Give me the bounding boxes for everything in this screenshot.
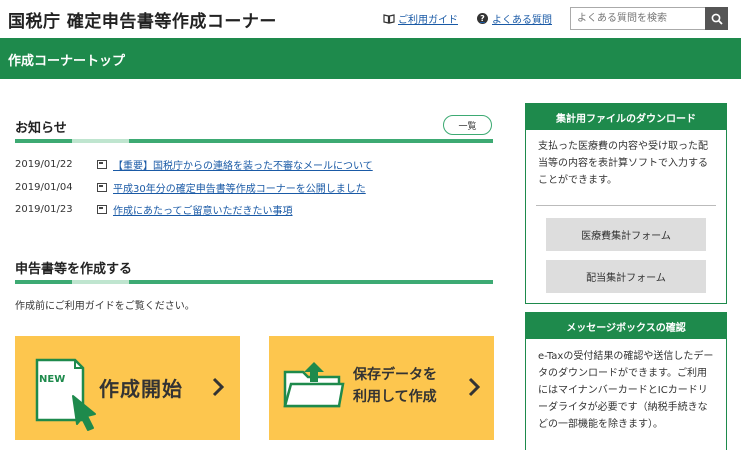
medical-expense-form-button[interactable]: 医療費集計フォーム xyxy=(546,218,706,251)
new-badge: NEW xyxy=(39,374,66,385)
news-date: 2019/01/04 xyxy=(15,182,73,193)
document-icon xyxy=(97,205,107,214)
download-panel-title: 集計用ファイルのダウンロード xyxy=(526,104,726,130)
folder-upload-icon xyxy=(283,362,345,408)
chevron-right-icon xyxy=(468,377,480,397)
news-list-button[interactable]: 一覧 xyxy=(443,115,492,135)
news-link[interactable]: 【重要】国税庁からの連絡を装った不審なメールについて xyxy=(113,157,373,172)
download-panel-text: 支払った医療費の内容や受け取った配当等の内容を表計算ソフトで入力することができま… xyxy=(538,141,708,186)
document-icon xyxy=(97,160,107,169)
news-heading: お知らせ xyxy=(15,121,67,136)
search-input[interactable] xyxy=(570,7,705,30)
news-item: 2019/01/04 平成30年分の確定申告書等作成コーナーを公開しました xyxy=(15,180,366,195)
messagebox-panel-text: e-Taxの受付結果の確認や送信したデータのダウンロードができます。ご利用にはマ… xyxy=(538,351,714,430)
header: 国税庁 確定申告書等作成コーナー ご利用ガイド ? よくある質問 xyxy=(0,0,741,38)
news-heading-rule xyxy=(15,139,493,143)
guide-link-label: ご利用ガイド xyxy=(398,15,458,26)
book-icon xyxy=(383,13,395,24)
start-new-label: 作成開始 xyxy=(99,377,183,401)
search-icon xyxy=(711,13,723,25)
use-saved-data-tile[interactable]: 保存データを 利用して作成 xyxy=(269,336,494,440)
document-icon xyxy=(97,183,107,192)
news-item: 2019/01/23 作成にあたってご留意いただきたい事項 xyxy=(15,202,293,217)
faq-link-label: よくある質問 xyxy=(492,15,552,26)
news-date: 2019/01/23 xyxy=(15,204,73,215)
messagebox-panel-title: メッセージボックスの確認 xyxy=(526,313,726,339)
chevron-right-icon xyxy=(212,377,224,397)
create-heading-rule xyxy=(15,280,493,284)
page-banner: 作成コーナートップ xyxy=(0,38,741,79)
messagebox-panel: メッセージボックスの確認 e-Taxの受付結果の確認や送信したデータのダウンロー… xyxy=(525,312,727,450)
create-note: 作成前にご利用ガイドをご覧ください。 xyxy=(15,301,195,312)
news-item: 2019/01/22 【重要】国税庁からの連絡を装った不審なメールについて xyxy=(15,157,373,172)
page-title: 作成コーナートップ xyxy=(8,54,126,69)
news-link[interactable]: 作成にあたってご留意いただきたい事項 xyxy=(113,202,293,217)
dividend-form-button[interactable]: 配当集計フォーム xyxy=(546,260,706,293)
start-new-tile[interactable]: NEW 作成開始 xyxy=(15,336,240,440)
create-heading: 申告書等を作成する xyxy=(15,262,133,277)
question-icon: ? xyxy=(477,13,488,24)
use-saved-data-label-line1: 保存データを xyxy=(353,367,437,383)
use-saved-data-label-line2: 利用して作成 xyxy=(353,389,437,405)
use-saved-data-label: 保存データを 利用して作成 xyxy=(353,364,437,408)
news-date: 2019/01/22 xyxy=(15,159,73,170)
search-button[interactable] xyxy=(705,7,728,30)
site-title: 国税庁 確定申告書等作成コーナー xyxy=(8,12,277,32)
faq-link[interactable]: ? よくある質問 xyxy=(477,11,552,26)
guide-link[interactable]: ご利用ガイド xyxy=(383,11,458,26)
download-panel: 集計用ファイルのダウンロード 支払った医療費の内容や受け取った配当等の内容を表計… xyxy=(525,103,727,304)
news-link[interactable]: 平成30年分の確定申告書等作成コーナーを公開しました xyxy=(113,180,366,195)
